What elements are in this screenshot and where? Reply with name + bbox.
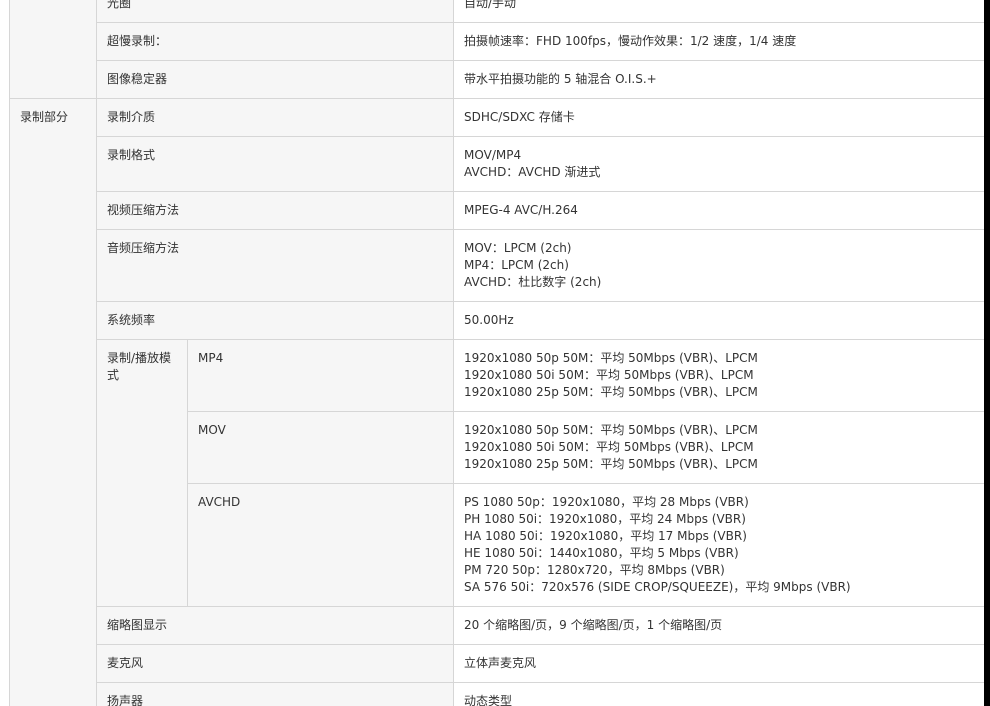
- spec-value-line: HE 1080 50i：1440x1080，平均 5 Mbps (VBR): [464, 546, 739, 560]
- spec-label: 扬声器: [95, 682, 455, 706]
- spec-value-line: 1920x1080 25p 50M：平均 50Mbps (VBR)、LPCM: [464, 385, 758, 399]
- spec-label: 图像稳定器: [95, 60, 455, 99]
- spec-value-line: SA 576 50i：720x576 (SIDE CROP/SQUEEZE)，平…: [464, 580, 851, 594]
- spec-value-line: 1920x1080 50p 50M：平均 50Mbps (VBR)、LPCM: [464, 351, 758, 365]
- spec-value-cell: MOV：LPCM (2ch) MP4：LPCM (2ch) AVCHD：杜比数字 (…: [453, 229, 984, 302]
- spec-label: 视频压缩方法: [95, 191, 455, 230]
- spec-row: 录制部分 录制介质 SDHC/SDXC 存储卡: [9, 98, 984, 706]
- spec-value-line: 50.00Hz: [464, 313, 514, 327]
- spec-value-cell: 拍摄帧速率：FHD 100fps，慢动作效果：1/2 速度，1/4 速度: [453, 22, 984, 61]
- spec-row: 系统频率 50.00Hz: [10, 301, 984, 340]
- spec-value-cell: 动态类型: [453, 682, 984, 706]
- spec-value-cell: 50.00Hz: [453, 301, 984, 340]
- spec-row: 缩略图显示 20 个缩略图/页，9 个缩略图/页，1 个缩略图/页: [10, 606, 984, 645]
- spec-row: 超慢录制： 拍摄帧速率：FHD 100fps，慢动作效果：1/2 速度，1/4 速…: [10, 22, 984, 61]
- spec-category-cell: 录制部分: [9, 98, 97, 706]
- spec-value-line: 带水平拍摄功能的 5 轴混合 O.I.S.+: [464, 72, 657, 86]
- spec-category-cell: [9, 0, 97, 99]
- spec-row: 光圈 自动/手动: [9, 0, 984, 99]
- spec-value-cell: 1920x1080 50p 50M：平均 50Mbps (VBR)、LPCM 19…: [453, 339, 984, 412]
- spec-value-line: 动态类型: [464, 694, 513, 706]
- spec-mode-label: 录制/播放模式: [96, 339, 188, 607]
- spec-value-line: 1920x1080 50i 50M：平均 50Mbps (VBR)、LPCM: [464, 368, 754, 382]
- spec-value-cell: 20 个缩略图/页，9 个缩略图/页，1 个缩略图/页: [453, 606, 984, 645]
- spec-value-line: AVCHD：AVCHD 渐进式: [464, 165, 601, 179]
- spec-label: 缩略图显示: [95, 606, 455, 645]
- spec-value-line: 1920x1080 50p 50M：平均 50Mbps (VBR)、LPCM: [464, 423, 758, 437]
- spec-value-line: MOV：LPCM (2ch): [464, 241, 572, 255]
- spec-row: 视频压缩方法 MPEG-4 AVC/H.264: [10, 191, 984, 230]
- spec-value-line: MPEG-4 AVC/H.264: [464, 203, 578, 217]
- spec-label: 录制介质: [95, 98, 455, 137]
- spec-sublabel: AVCHD: [186, 483, 455, 607]
- spec-value-cell: 带水平拍摄功能的 5 轴混合 O.I.S.+: [453, 60, 984, 99]
- spec-value-line: PH 1080 50i：1920x1080，平均 24 Mbps (VBR): [464, 512, 746, 526]
- spec-category-label: 录制部分: [20, 110, 69, 124]
- spec-value-line: 20 个缩略图/页，9 个缩略图/页，1 个缩略图/页: [464, 618, 723, 632]
- spec-value-line: 1920x1080 25p 50M：平均 50Mbps (VBR)、LPCM: [464, 457, 758, 471]
- spec-value-line: 1920x1080 50i 50M：平均 50Mbps (VBR)、LPCM: [464, 440, 754, 454]
- spec-value-cell: 1920x1080 50p 50M：平均 50Mbps (VBR)、LPCM 19…: [453, 411, 984, 484]
- spec-value-cell: PS 1080 50p：1920x1080，平均 28 Mbps (VBR) PH…: [453, 483, 984, 607]
- spec-value-line: MP4：LPCM (2ch): [464, 258, 569, 272]
- spec-value-line: SDHC/SDXC 存储卡: [464, 110, 575, 124]
- spec-subrow: 录制/播放模式 MP4 1920x1080 50p 50M：平均 50Mbps (V…: [10, 339, 984, 607]
- spec-label: 录制格式: [95, 136, 455, 192]
- spec-value-cell: MPEG-4 AVC/H.264: [453, 191, 984, 230]
- spec-label: 麦克风: [95, 644, 455, 683]
- spec-value-line: 立体声麦克风: [464, 656, 537, 670]
- spec-value-line: PM 720 50p：1280x720，平均 8Mbps (VBR): [464, 563, 725, 577]
- spec-row: 扬声器 动态类型: [10, 682, 984, 706]
- spec-label: 光圈: [95, 0, 455, 23]
- spec-label: 音频压缩方法: [95, 229, 455, 302]
- spec-value-line: HA 1080 50i：1920x1080，平均 17 Mbps (VBR): [464, 529, 747, 543]
- spec-label: 超慢录制：: [95, 22, 455, 61]
- spec-value-cell: SDHC/SDXC 存储卡: [453, 98, 984, 137]
- spec-value-line: AVCHD：杜比数字 (2ch): [464, 275, 602, 289]
- spec-sublabel: MOV: [186, 411, 455, 484]
- spec-table: 光圈 自动/手动 超慢录制： 拍摄帧速率：FHD 100fps，慢动作效果：1/2 速…: [9, 0, 984, 706]
- spec-row: 麦克风 立体声麦克风: [10, 644, 984, 683]
- spec-value-cell: 自动/手动: [453, 0, 984, 23]
- spec-row: 图像稳定器 带水平拍摄功能的 5 轴混合 O.I.S.+: [10, 60, 984, 99]
- spec-value-line: MOV/MP4: [464, 148, 522, 162]
- spec-page: 光圈 自动/手动 超慢录制： 拍摄帧速率：FHD 100fps，慢动作效果：1/2 速…: [0, 0, 984, 706]
- spec-sublabel: MP4: [186, 339, 455, 412]
- spec-row: 录制格式 MOV/MP4 AVCHD：AVCHD 渐进式: [10, 136, 984, 192]
- spec-value-cell: 立体声麦克风: [453, 644, 984, 683]
- spec-value-line: 自动/手动: [464, 0, 517, 10]
- spec-value-cell: MOV/MP4 AVCHD：AVCHD 渐进式: [453, 136, 984, 192]
- spec-value-line: 拍摄帧速率：FHD 100fps，慢动作效果：1/2 速度，1/4 速度: [464, 34, 797, 48]
- spec-value-line: PS 1080 50p：1920x1080，平均 28 Mbps (VBR): [464, 495, 749, 509]
- spec-label: 系统频率: [95, 301, 455, 340]
- spec-row: 音频压缩方法 MOV：LPCM (2ch) MP4：LPCM (2ch) AVCHD：…: [10, 229, 984, 302]
